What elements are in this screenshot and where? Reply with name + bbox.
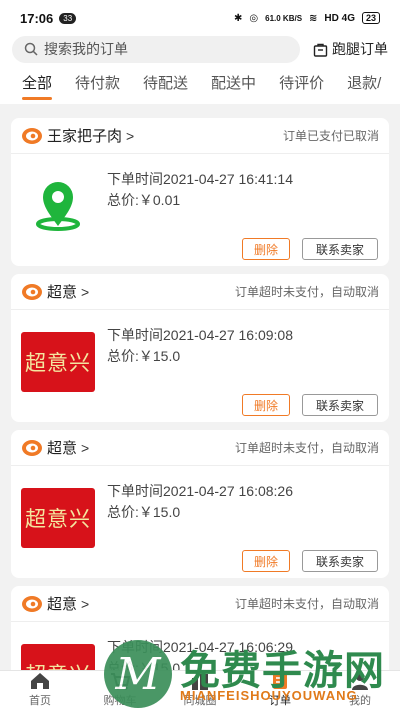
network-label: HD 4G [324,12,355,24]
order-time: 下单时间2021-04-27 16:09:08 [107,327,293,343]
order-status: 订单已支付已取消 [282,129,379,143]
tab-pending-review[interactable]: 待评价 [279,64,324,104]
profile-icon [352,673,368,690]
order-card-body: 超意兴 下单时间2021-04-27 16:08:26 总价:￥15.0 删除 … [11,466,389,578]
chevron-right-icon[interactable]: > [81,596,89,612]
chevron-right-icon[interactable]: > [126,128,134,144]
shop-name[interactable]: 王家把子肉 [47,125,122,146]
shop-logo-icon [22,439,42,456]
order-tabs: 全部 待付款 待配送 配送中 待评价 退款/ [0,64,400,104]
nav-home-label: 首页 [29,695,51,707]
contact-seller-button[interactable]: 联系卖家 [302,550,378,572]
errand-orders-button[interactable]: 跑腿订单 [313,39,388,59]
notification-badge: 33 [59,12,77,24]
order-time: 下单时间2021-04-27 16:06:29 [107,639,293,655]
home-icon [31,673,49,689]
order-card[interactable]: 王家把子肉 > 订单已支付已取消 下单时间2021-04-27 16:41:14… [11,118,389,266]
cart-icon [111,673,131,690]
nav-city-label: 同城圈 [183,695,217,707]
order-list: 王家把子肉 > 订单已支付已取消 下单时间2021-04-27 16:41:14… [0,118,400,670]
bag-icon [313,43,328,57]
shop-name[interactable]: 超意 [47,593,77,614]
order-status: 订单超时未支付，自动取消 [234,285,379,299]
tab-refund[interactable]: 退款/ [347,64,381,104]
product-thumbnail: 超意兴 [21,644,95,670]
shop-logo-icon [22,283,42,300]
status-icons: ✱ ◎ 61.0 KB/S ≋ HD 4G 23 [234,12,380,24]
order-card-header: 王家把子肉 > 订单已支付已取消 [11,118,389,154]
order-card-header: 超意 > 订单超时未支付，自动取消 [11,430,389,466]
city-icon [192,674,208,690]
order-total: 总价:￥0.01 [107,192,181,208]
shop-name[interactable]: 超意 [47,281,77,302]
chevron-right-icon[interactable]: > [81,284,89,300]
search-icon [24,42,38,56]
contact-seller-button[interactable]: 联系卖家 [302,238,378,260]
status-bar: 17:06 33 ✱ ◎ 61.0 KB/S ≋ HD 4G 23 [0,0,400,36]
delete-button[interactable]: 删除 [242,550,290,572]
search-input[interactable]: 搜索我的订单 [12,35,300,63]
tab-all[interactable]: 全部 [22,64,53,104]
order-card[interactable]: 超意 > 订单超时未支付，自动取消 超意兴 下单时间2021-04-27 16:… [11,586,389,670]
nav-city[interactable]: 同城圈 [160,671,240,711]
order-card[interactable]: 超意 > 订单超时未支付，自动取消 超意兴 下单时间2021-04-27 16:… [11,274,389,422]
order-time: 下单时间2021-04-27 16:41:14 [107,171,293,187]
order-card[interactable]: 超意 > 订单超时未支付，自动取消 超意兴 下单时间2021-04-27 16:… [11,430,389,578]
status-time: 17:06 [20,10,54,26]
shop-logo-icon [22,595,42,612]
nav-orders[interactable]: 订单 [240,671,320,711]
order-card-header: 超意 > 订单超时未支付，自动取消 [11,586,389,622]
location-icon: ◎ [249,12,259,24]
order-time: 下单时间2021-04-27 16:08:26 [107,483,293,499]
bluetooth-icon: ✱ [234,12,243,24]
product-thumbnail: 超意兴 [21,488,95,548]
errand-orders-label: 跑腿订单 [332,41,388,57]
bottom-nav: 首页 购物车 同城圈 订单 我的 [0,670,400,711]
tab-pending-delivery[interactable]: 待配送 [143,64,188,104]
nav-cart[interactable]: 购物车 [80,671,160,711]
wifi-icon: ≋ [309,12,318,24]
order-status: 订单超时未支付，自动取消 [234,597,379,611]
search-row: 搜索我的订单 跑腿订单 [0,34,400,64]
order-total: 总价:￥15.0 [107,348,181,364]
nav-profile[interactable]: 我的 [320,671,400,711]
contact-seller-button[interactable]: 联系卖家 [302,394,378,416]
shop-name[interactable]: 超意 [47,437,77,458]
order-card-body: 下单时间2021-04-27 16:41:14 总价:￥0.01 删除 联系卖家 [11,154,389,266]
map-pin-icon [36,182,80,231]
product-thumbnail: 超意兴 [21,332,95,392]
order-total: 总价:￥15.0 [107,660,181,670]
net-speed: 61.0 KB/S [265,13,303,23]
nav-cart-label: 购物车 [103,695,137,707]
chevron-right-icon[interactable]: > [81,440,89,456]
order-card-body: 超意兴 下单时间2021-04-27 16:09:08 总价:￥15.0 删除 … [11,310,389,422]
battery-icon: 23 [361,12,380,24]
nav-home[interactable]: 首页 [0,671,80,711]
nav-orders-label: 订单 [269,695,291,707]
tab-delivering[interactable]: 配送中 [211,64,256,104]
order-card-header: 超意 > 订单超时未支付，自动取消 [11,274,389,310]
nav-profile-label: 我的 [349,695,371,707]
delete-button[interactable]: 删除 [242,394,290,416]
shop-logo-icon [22,127,42,144]
search-placeholder: 搜索我的订单 [44,41,128,57]
order-card-body: 超意兴 下单时间2021-04-27 16:06:29 总价:￥15.0 [11,622,389,670]
order-status: 订单超时未支付，自动取消 [234,441,379,455]
order-total: 总价:￥15.0 [107,504,181,520]
tab-pending-payment[interactable]: 待付款 [75,64,120,104]
order-icon [273,673,287,689]
delete-button[interactable]: 删除 [242,238,290,260]
